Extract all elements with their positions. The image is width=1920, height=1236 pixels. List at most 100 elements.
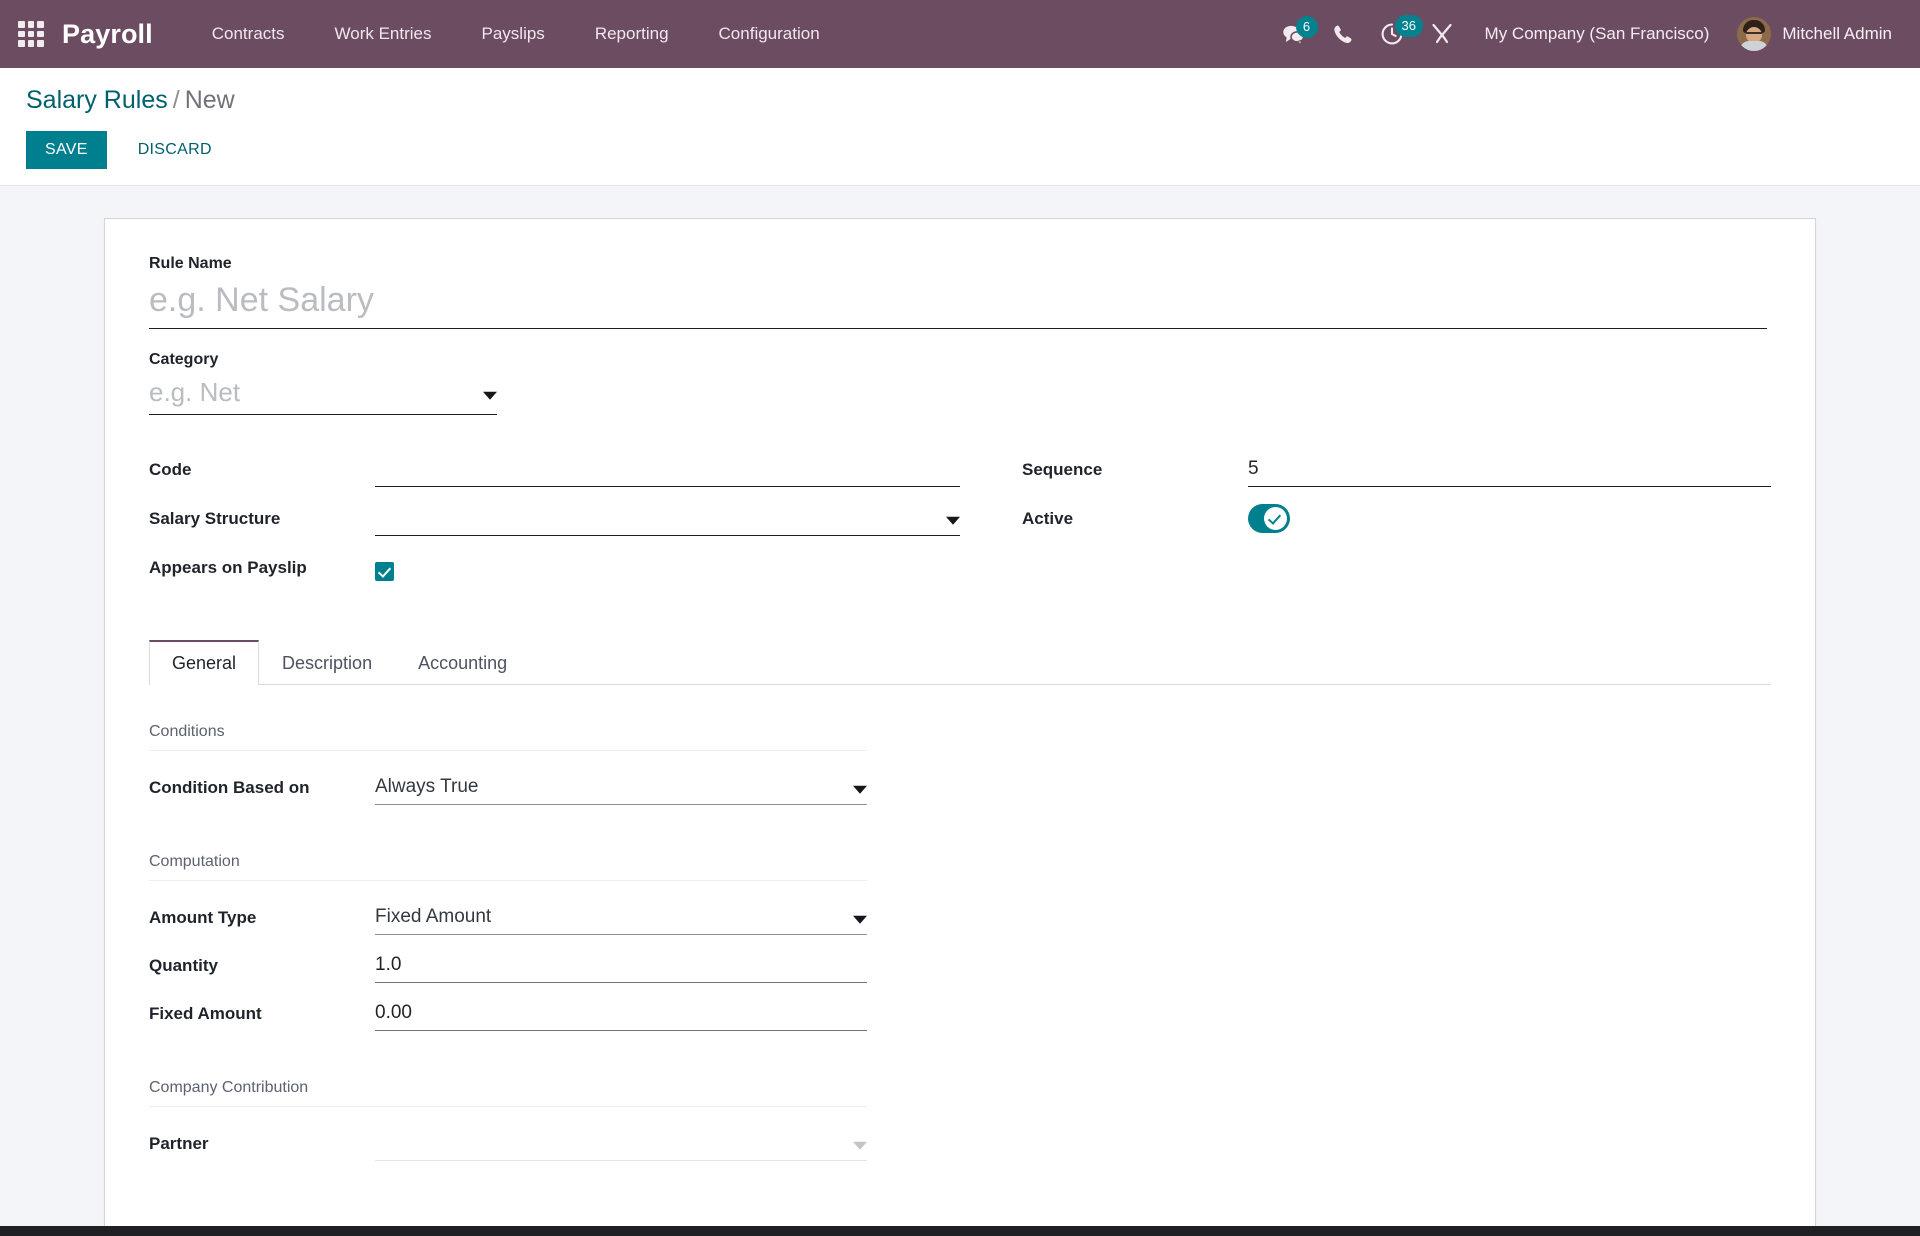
record-actions: SAVE DISCARD (26, 130, 1894, 169)
tools-icon[interactable] (1417, 13, 1467, 55)
rule-name-input[interactable] (149, 278, 1767, 329)
field-row-active: Active (1022, 498, 1771, 536)
notebook-tabs: General Description Accounting (149, 639, 1771, 685)
phone-icon[interactable] (1319, 14, 1367, 55)
tab-description[interactable]: Description (259, 640, 395, 685)
main-menu: Contracts Work Entries Payslips Reportin… (187, 2, 845, 66)
condition-based-on-field (375, 772, 867, 805)
active-toggle[interactable] (1248, 503, 1290, 533)
field-row-code: Code (149, 449, 960, 487)
category-input[interactable] (149, 374, 497, 415)
field-row-appears-on-payslip: Appears on Payslip (149, 547, 960, 585)
breadcrumb: Salary Rules / New (26, 86, 1894, 115)
field-row-fixed-amount: Fixed Amount (149, 993, 1771, 1031)
sequence-input[interactable] (1248, 454, 1771, 487)
field-row-salary-structure: Salary Structure (149, 498, 960, 536)
company-switcher[interactable]: My Company (San Francisco) (1467, 14, 1728, 54)
breadcrumb-root-salary-rules[interactable]: Salary Rules (26, 86, 168, 114)
field-row-sequence: Sequence (1022, 449, 1771, 487)
code-field (375, 454, 960, 487)
salary-structure-field (375, 503, 960, 536)
user-menu[interactable]: Mitchell Admin (1727, 9, 1898, 59)
partner-label: Partner (149, 1134, 209, 1154)
avatar-body (1740, 41, 1769, 51)
tab-general[interactable]: General (149, 639, 260, 685)
condition-based-on-select[interactable] (375, 772, 867, 805)
appears-on-payslip-label: Appears on Payslip (149, 558, 307, 578)
toggle-knob-check-icon (1264, 506, 1287, 530)
appears-on-payslip-field (375, 561, 960, 585)
quantity-field (375, 950, 867, 983)
category-label: Category (149, 350, 219, 368)
grid-cell (27, 21, 35, 28)
quantity-label: Quantity (149, 956, 218, 976)
code-label: Code (149, 460, 192, 480)
field-row-condition-based-on: Condition Based on (149, 767, 1771, 805)
code-input[interactable] (375, 454, 960, 487)
amount-type-field (375, 902, 867, 935)
computation-section-title: Computation (149, 853, 867, 881)
control-panel: Salary Rules / New SAVE DISCARD (0, 68, 1920, 186)
navbar-right-tools: 6 36 My Company (San Francisco) Mitchell… (1268, 9, 1898, 59)
grid-cell (37, 21, 44, 28)
grid-cell (37, 30, 44, 38)
activities-clock-icon[interactable]: 36 (1367, 13, 1424, 55)
right-column: Sequence Active (960, 449, 1771, 596)
menu-item-configuration[interactable]: Configuration (694, 2, 845, 66)
breadcrumb-current-new: New (184, 86, 235, 114)
grid-cell (27, 40, 35, 47)
menu-item-work-entries[interactable]: Work Entries (310, 2, 457, 66)
fixed-amount-label: Fixed Amount (149, 1004, 262, 1024)
content-area: Rule Name Category Code (0, 185, 1920, 1236)
menu-item-contracts[interactable]: Contracts (187, 2, 310, 66)
messages-badge: 6 (1295, 15, 1318, 38)
section-conditions: Conditions Condition Based on (149, 723, 1771, 805)
tab-accounting[interactable]: Accounting (395, 640, 530, 685)
salary-structure-input[interactable] (375, 503, 960, 536)
sequence-field (1248, 454, 1771, 487)
field-row-partner: Partner (149, 1123, 1771, 1161)
grid-cell (18, 40, 25, 47)
condition-based-on-label: Condition Based on (149, 778, 310, 798)
appears-on-payslip-checkbox[interactable] (375, 561, 394, 581)
quantity-input[interactable] (375, 950, 867, 983)
form-sheet: Rule Name Category Code (104, 217, 1816, 1228)
grid-cell (18, 21, 25, 28)
menu-item-reporting[interactable]: Reporting (570, 2, 694, 66)
active-field (1248, 503, 1771, 536)
avatar-glasses (1746, 32, 1763, 36)
breadcrumb-separator: / (172, 86, 180, 114)
partner-field (375, 1128, 867, 1161)
conditions-section-title: Conditions (149, 723, 867, 751)
fixed-amount-field (375, 998, 867, 1031)
bottom-bar (0, 1226, 1920, 1236)
grid-cell (18, 30, 25, 38)
main-field-group: Code Salary Structure Appears on Payslip (149, 449, 1771, 596)
left-column: Code Salary Structure Appears on Payslip (149, 449, 960, 596)
messages-icon[interactable]: 6 (1268, 14, 1319, 55)
discard-button[interactable]: DISCARD (119, 131, 231, 169)
top-navbar: Payroll Contracts Work Entries Payslips … (0, 0, 1920, 68)
section-computation: Computation Amount Type Quantity (149, 853, 1771, 1031)
rule-name-label: Rule Name (149, 254, 232, 272)
notebook: General Description Accounting Condition… (149, 639, 1771, 1161)
field-row-amount-type: Amount Type (149, 897, 1771, 935)
fixed-amount-input[interactable] (375, 998, 867, 1031)
menu-item-payslips[interactable]: Payslips (457, 2, 570, 66)
grid-cell (27, 30, 35, 38)
avatar (1737, 17, 1772, 51)
user-name-label: Mitchell Admin (1782, 24, 1892, 43)
active-label: Active (1022, 509, 1074, 529)
grid-cell (37, 40, 44, 47)
field-row-quantity: Quantity (149, 945, 1771, 983)
amount-type-label: Amount Type (149, 908, 257, 928)
save-button[interactable]: SAVE (26, 130, 107, 169)
app-brand-payroll[interactable]: Payroll (62, 19, 153, 50)
partner-input[interactable] (375, 1128, 867, 1161)
amount-type-select[interactable] (375, 902, 867, 935)
category-block: Category (149, 351, 1771, 415)
category-field (149, 374, 497, 415)
tab-panel-general: Conditions Condition Based on Computatio… (149, 685, 1771, 1161)
sequence-label: Sequence (1022, 460, 1103, 480)
apps-grid-icon[interactable] (14, 17, 48, 51)
